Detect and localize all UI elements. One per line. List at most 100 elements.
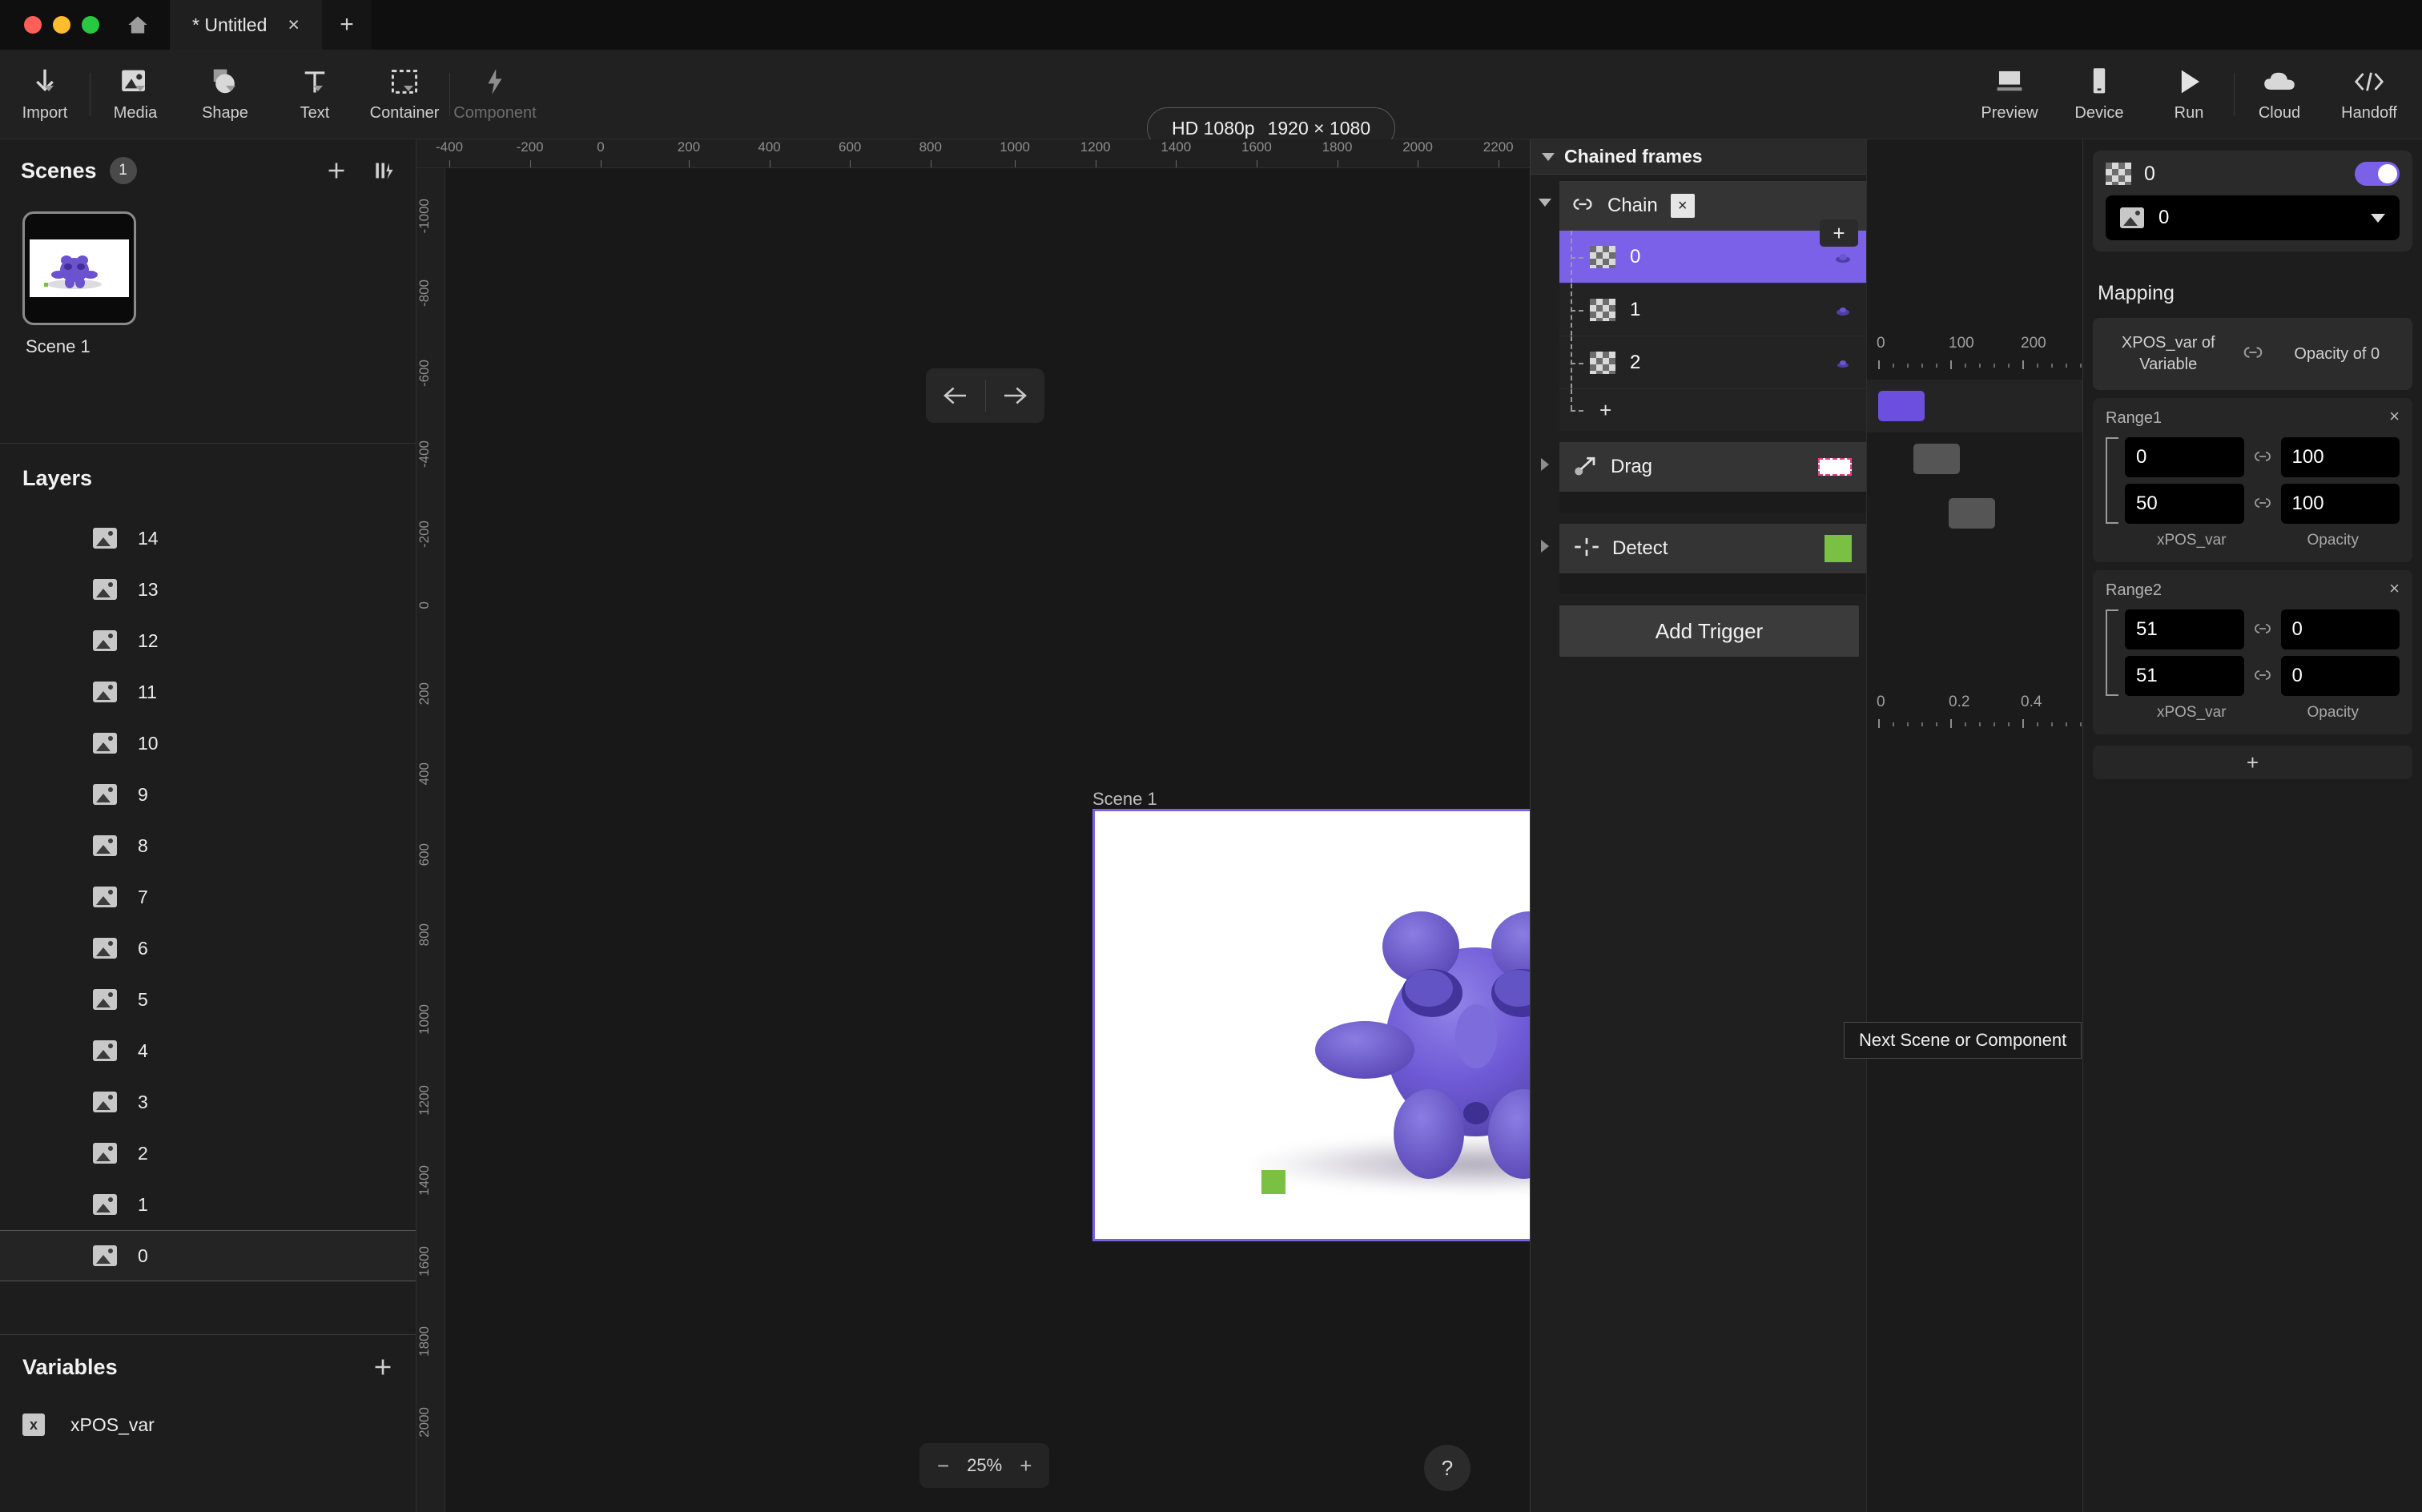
- scene-card[interactable]: Scene 1: [0, 202, 416, 357]
- add-chain-button[interactable]: +: [1820, 219, 1858, 247]
- add-trigger-button[interactable]: Add Trigger: [1559, 605, 1859, 657]
- layer-row[interactable]: 7: [0, 871, 416, 923]
- chain-collapse-gutter[interactable]: [1531, 181, 1559, 431]
- range-to-var-input[interactable]: 51: [2125, 656, 2244, 696]
- add-variable-button[interactable]: [372, 1357, 393, 1377]
- canvas-workspace[interactable]: -400 -200 0 200 400 600 800 1000 1200 1400 1600 180…: [416, 139, 2082, 1512]
- green-square-marker[interactable]: [1261, 1170, 1285, 1194]
- mapping-source: XPOS_var of Variable: [2121, 334, 2215, 373]
- range-from-prop-input[interactable]: 0: [2280, 609, 2400, 649]
- add-range-button[interactable]: +: [2093, 746, 2412, 779]
- range-to-prop-input[interactable]: 0: [2280, 656, 2400, 696]
- ruler-tick: 400: [758, 139, 781, 167]
- layer-row[interactable]: 6: [0, 923, 416, 974]
- maximize-window-button[interactable]: [82, 16, 99, 34]
- zoom-in-button[interactable]: +: [1020, 1454, 1032, 1478]
- layer-row[interactable]: 8: [0, 820, 416, 871]
- purple-creature-image[interactable]: [1269, 894, 1530, 1190]
- preview-button[interactable]: Preview: [1965, 50, 2054, 139]
- layer-row[interactable]: 9: [0, 769, 416, 820]
- ruler-tick: 400: [416, 762, 432, 786]
- trigger-row-drag[interactable]: Drag: [1559, 442, 1866, 492]
- media-tool[interactable]: Media: [91, 50, 180, 139]
- chevron-down-icon[interactable]: [2371, 213, 2385, 223]
- range-from-var-input[interactable]: 0: [2125, 437, 2244, 477]
- canvas-scene-frame[interactable]: [1092, 809, 1530, 1241]
- range-from-prop-input[interactable]: 100: [2280, 437, 2400, 477]
- layer-row[interactable]: 14: [0, 513, 416, 564]
- trigger-row-detect[interactable]: Detect: [1559, 524, 1866, 573]
- add-scene-button[interactable]: [326, 160, 347, 181]
- close-window-button[interactable]: [24, 16, 42, 34]
- target-layer-select[interactable]: 0: [2106, 195, 2400, 240]
- detect-swatch[interactable]: [1825, 535, 1852, 562]
- detect-collapse-gutter[interactable]: [1531, 522, 1559, 594]
- layer-row[interactable]: 5: [0, 974, 416, 1025]
- layer-row[interactable]: 4: [0, 1025, 416, 1076]
- nav-back-button[interactable]: [926, 385, 985, 406]
- chain-frame-row[interactable]: 1: [1559, 284, 1866, 336]
- chevron-down-icon[interactable]: [1542, 152, 1555, 161]
- image-icon: [93, 682, 117, 702]
- add-frame-button[interactable]: +: [1559, 389, 1866, 431]
- range-to-prop-input[interactable]: 100: [2280, 484, 2400, 524]
- close-icon[interactable]: ×: [1670, 194, 1695, 218]
- shape-tool[interactable]: Shape: [180, 50, 270, 139]
- chain-group: Chain × + 0 1 2 +: [1531, 181, 1866, 431]
- layer-row[interactable]: 3: [0, 1076, 416, 1128]
- download-arrow-icon: [31, 66, 58, 98]
- layer-row[interactable]: 13: [0, 564, 416, 615]
- run-button[interactable]: Run: [2144, 50, 2234, 139]
- container-tool[interactable]: Container: [360, 50, 449, 139]
- device-button[interactable]: Device: [2054, 50, 2144, 139]
- chevron-down-icon[interactable]: [226, 86, 235, 91]
- close-icon[interactable]: ×: [288, 14, 300, 35]
- cloud-button[interactable]: Cloud: [2235, 50, 2324, 139]
- help-button[interactable]: ?: [1424, 1445, 1470, 1491]
- frame-properties-card: 0 0: [2093, 151, 2412, 251]
- timeline-clip[interactable]: [1878, 391, 1925, 421]
- layer-row[interactable]: 1: [0, 1179, 416, 1230]
- layer-row[interactable]: 10: [0, 718, 416, 769]
- layer-name: 4: [138, 1040, 148, 1061]
- import-tool[interactable]: Import: [0, 50, 90, 139]
- timeline-clip[interactable]: [1949, 498, 1995, 529]
- chevron-down-icon[interactable]: [1539, 199, 1551, 207]
- frame-enable-toggle[interactable]: [2355, 162, 2400, 186]
- document-tab[interactable]: * Untitled ×: [170, 0, 322, 50]
- chevron-down-icon[interactable]: [44, 86, 54, 91]
- layer-row[interactable]: 11: [0, 666, 416, 718]
- chevron-right-icon[interactable]: [1541, 458, 1549, 471]
- drag-swatch[interactable]: [1818, 458, 1852, 476]
- close-icon[interactable]: ×: [2389, 408, 2400, 425]
- text-tool[interactable]: Text: [270, 50, 360, 139]
- chained-frames-header[interactable]: Chained frames: [1531, 139, 1866, 175]
- layer-row[interactable]: 2: [0, 1128, 416, 1179]
- chain-row[interactable]: Chain × +: [1559, 181, 1866, 247]
- zoom-out-button[interactable]: −: [937, 1454, 949, 1478]
- variable-row[interactable]: x xPOS_var: [0, 1399, 416, 1436]
- layer-row[interactable]: 12: [0, 615, 416, 666]
- chevron-down-icon[interactable]: [135, 86, 145, 91]
- minimize-window-button[interactable]: [53, 16, 70, 34]
- handoff-button[interactable]: Handoff: [2324, 50, 2414, 139]
- columns-lightning-icon[interactable]: [374, 161, 395, 180]
- chain-frame-row[interactable]: 2: [1559, 336, 1866, 389]
- chevron-down-icon[interactable]: [313, 86, 323, 91]
- chevron-down-icon[interactable]: [404, 86, 413, 91]
- chevron-right-icon[interactable]: [1541, 540, 1549, 553]
- timeline-clip[interactable]: [1913, 444, 1960, 474]
- close-icon[interactable]: ×: [2389, 580, 2400, 597]
- range-from-var-input[interactable]: 51: [2125, 609, 2244, 649]
- nav-forward-button[interactable]: [986, 385, 1045, 406]
- drag-collapse-gutter[interactable]: [1531, 440, 1559, 513]
- ruler-tick-mark: [449, 160, 451, 167]
- home-icon[interactable]: [127, 14, 149, 35]
- canvas-area[interactable]: Scene 1 − 25% + ?: [445, 168, 1530, 1512]
- layer-row[interactable]: 0: [0, 1230, 416, 1281]
- new-tab-button[interactable]: +: [322, 0, 372, 50]
- scene-thumbnail[interactable]: [22, 211, 136, 325]
- component-tool[interactable]: Component: [450, 50, 540, 139]
- range-to-var-input[interactable]: 50: [2125, 484, 2244, 524]
- timeline-strip[interactable]: 0100200300 00.20.4: [1866, 139, 2082, 1512]
